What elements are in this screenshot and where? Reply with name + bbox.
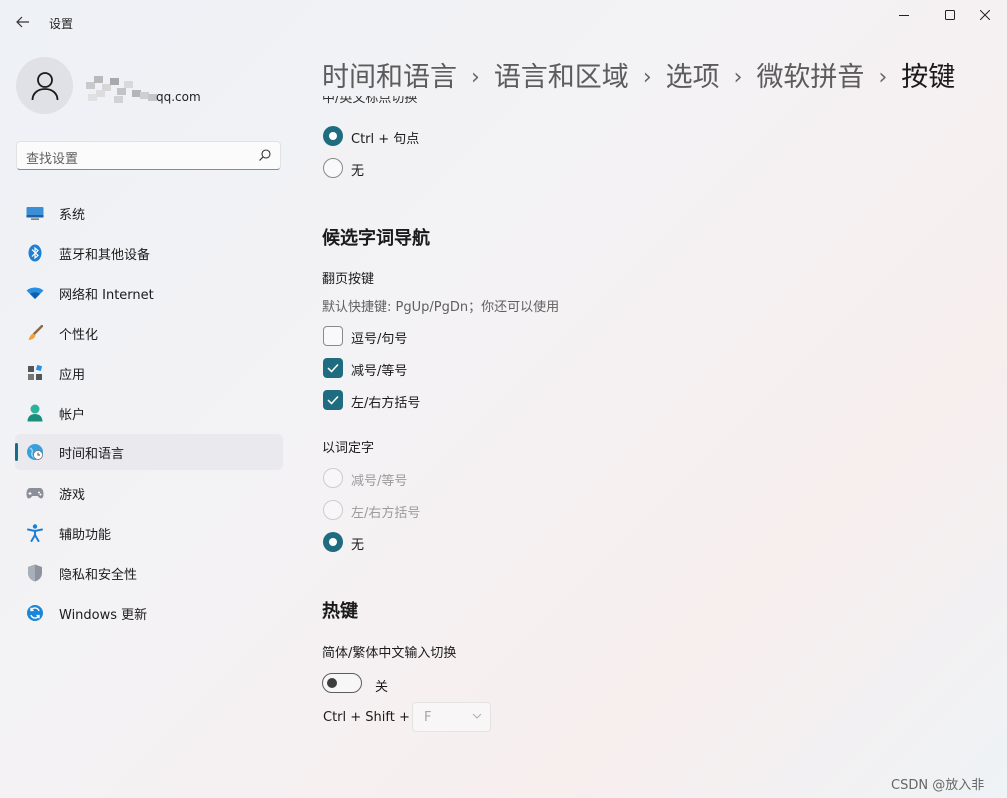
maximize-icon bbox=[945, 10, 955, 20]
breadcrumb-item[interactable]: 时间和语言 bbox=[322, 62, 457, 93]
checkbox-label: 减号/等号 bbox=[351, 364, 408, 379]
sidebar-item-accounts[interactable]: 帐户 bbox=[15, 395, 283, 431]
sidebar-item-accessibility[interactable]: 辅助功能 bbox=[15, 515, 283, 551]
person-icon bbox=[31, 71, 58, 100]
bluetooth-icon bbox=[26, 244, 44, 262]
sidebar-item-label: 隐私和安全性 bbox=[59, 568, 138, 583]
avatar[interactable] bbox=[16, 57, 73, 114]
checkbox-brackets[interactable] bbox=[323, 390, 343, 410]
toggle-switch[interactable] bbox=[322, 673, 362, 693]
breadcrumb-separator: › bbox=[878, 65, 888, 90]
sidebar-item-label: 辅助功能 bbox=[59, 528, 112, 543]
breadcrumb-separator: › bbox=[471, 65, 480, 90]
apps-icon bbox=[26, 364, 44, 382]
sidebar-item-label: 应用 bbox=[59, 368, 86, 383]
clock-globe-icon bbox=[26, 443, 44, 461]
radio-label: 减号/等号 bbox=[351, 474, 408, 489]
page-keys-label: 翻页按键 bbox=[322, 272, 375, 287]
breadcrumb-separator: › bbox=[733, 65, 743, 90]
checkbox-minus-equal[interactable] bbox=[323, 358, 343, 378]
radio-label: 左/右方括号 bbox=[351, 506, 421, 521]
sidebar-item-windows-update[interactable]: Windows 更新 bbox=[15, 595, 283, 631]
radio-ctrl-period[interactable] bbox=[323, 126, 343, 146]
sidebar-item-personalization[interactable]: 个性化 bbox=[15, 315, 283, 351]
checkmark-icon bbox=[327, 395, 339, 405]
close-icon bbox=[980, 10, 990, 20]
section-title-candidate-nav: 候选字词导航 bbox=[322, 228, 430, 249]
breadcrumb-item[interactable]: 微软拼音 bbox=[756, 62, 864, 93]
account-email: qq.com bbox=[156, 90, 201, 104]
back-arrow-icon bbox=[16, 16, 29, 28]
search-icon bbox=[259, 149, 271, 161]
obscured-username bbox=[86, 76, 157, 104]
sidebar-item-bluetooth[interactable]: 蓝牙和其他设备 bbox=[15, 235, 283, 271]
radio-select-none[interactable] bbox=[323, 532, 343, 552]
brush-icon bbox=[26, 324, 44, 342]
close-button[interactable] bbox=[962, 0, 1007, 30]
breadcrumb-current: 按键 bbox=[901, 62, 956, 93]
section-title-hotkeys: 热键 bbox=[322, 601, 358, 622]
gamepad-icon bbox=[26, 484, 44, 502]
sidebar-item-label: 系统 bbox=[59, 208, 86, 223]
radio-label: 无 bbox=[351, 538, 365, 553]
shortcut-prefix: Ctrl + Shift + bbox=[323, 710, 410, 725]
clipped-section-label: 中/英文标点切换 bbox=[322, 96, 418, 104]
checkbox-label: 逗号/句号 bbox=[351, 332, 408, 347]
sidebar-item-time-language[interactable]: 时间和语言 bbox=[15, 434, 283, 470]
chevron-down-icon bbox=[472, 713, 482, 719]
radio-label: 无 bbox=[351, 164, 365, 179]
sidebar-item-label: 个性化 bbox=[59, 328, 99, 343]
breadcrumb: 时间和语言 › 语言和区域 › 选项 › 微软拼音 › 按键 bbox=[322, 55, 955, 94]
sidebar-item-label: 帐户 bbox=[59, 408, 86, 423]
person-icon bbox=[26, 404, 44, 422]
breadcrumb-item[interactable]: 语言和区域 bbox=[494, 62, 629, 93]
page-keys-hint: 默认快捷键: PgUp/PgDn；你还可以使用 bbox=[322, 300, 560, 315]
breadcrumb-item[interactable]: 选项 bbox=[666, 62, 720, 93]
search-placeholder: 查找设置 bbox=[26, 152, 79, 167]
sidebar-item-apps[interactable]: 应用 bbox=[15, 355, 283, 391]
checkmark-icon bbox=[327, 363, 339, 373]
minimize-icon bbox=[899, 15, 909, 16]
sidebar-item-label: 蓝牙和其他设备 bbox=[59, 248, 151, 263]
switch-label: 简体/繁体中文输入切换 bbox=[322, 646, 457, 661]
monitor-icon bbox=[26, 204, 44, 222]
shortcut-key-dropdown: F bbox=[412, 702, 491, 732]
shield-icon bbox=[26, 564, 44, 582]
active-indicator bbox=[15, 443, 18, 461]
search-input[interactable]: 查找设置 bbox=[16, 141, 281, 170]
sidebar-item-label: 游戏 bbox=[59, 488, 86, 503]
sidebar-item-network[interactable]: 网络和 Internet bbox=[15, 275, 283, 311]
breadcrumb-separator: › bbox=[642, 65, 652, 90]
radio-label: Ctrl + 句点 bbox=[351, 132, 420, 147]
dropdown-value: F bbox=[424, 710, 432, 725]
wifi-icon bbox=[26, 284, 44, 302]
select-char-label: 以词定字 bbox=[322, 441, 375, 456]
checkbox-comma-period[interactable] bbox=[323, 326, 343, 346]
update-icon bbox=[26, 604, 44, 622]
watermark: CSDN @放入非 bbox=[891, 778, 985, 793]
radio-none[interactable] bbox=[323, 158, 343, 178]
sidebar-item-system[interactable]: 系统 bbox=[15, 195, 283, 231]
radio-select-brackets bbox=[323, 500, 343, 520]
sidebar-item-label: 时间和语言 bbox=[59, 447, 125, 462]
radio-select-minus-equal bbox=[323, 468, 343, 488]
sidebar-item-gaming[interactable]: 游戏 bbox=[15, 475, 283, 511]
toggle-state-label: 关 bbox=[375, 680, 389, 695]
accessibility-icon bbox=[26, 524, 44, 542]
checkbox-label: 左/右方括号 bbox=[351, 396, 421, 411]
sidebar-item-label: 网络和 Internet bbox=[59, 288, 154, 303]
minimize-button[interactable] bbox=[881, 0, 927, 30]
sidebar-item-label: Windows 更新 bbox=[59, 608, 148, 623]
back-button[interactable] bbox=[8, 8, 38, 36]
app-title: 设置 bbox=[49, 17, 74, 31]
sidebar-item-privacy[interactable]: 隐私和安全性 bbox=[15, 555, 283, 591]
